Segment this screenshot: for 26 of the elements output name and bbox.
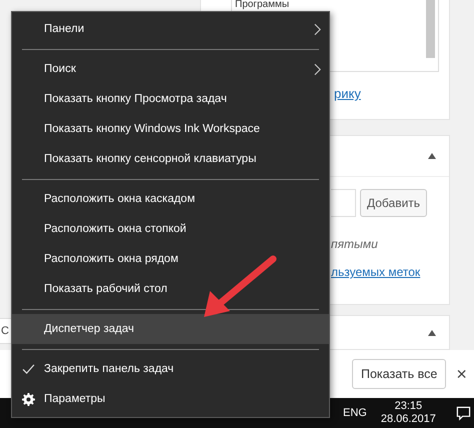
menu-item[interactable]: Показать кнопку Windows Ink Workspace — [12, 114, 329, 144]
collapse-icon[interactable] — [428, 330, 436, 336]
language-indicator[interactable]: ENG — [343, 407, 367, 419]
link[interactable]: льзуемых меток — [331, 265, 420, 279]
menu-item[interactable]: Показать кнопку Просмотра задач — [12, 84, 329, 114]
menu-item[interactable]: Показать рабочий стол — [12, 274, 329, 304]
close-button[interactable]: × — [456, 364, 467, 384]
link[interactable]: рику — [334, 86, 361, 101]
input-field[interactable] — [331, 189, 356, 217]
menu-item[interactable]: Закрепить панель задач — [12, 354, 329, 384]
list-item[interactable]: Программы — [235, 0, 438, 10]
clock-date[interactable]: 28.06.2017 — [380, 413, 436, 426]
menu-item[interactable]: Расположить окна рядом — [12, 244, 329, 274]
notification-icon[interactable] — [456, 406, 471, 420]
scrollbar[interactable] — [426, 0, 435, 58]
show-all-button[interactable]: Показать все — [352, 359, 446, 389]
menu-item[interactable]: Расположить окна каскадом — [12, 184, 329, 214]
menu-item[interactable]: Параметры — [12, 384, 329, 414]
hint-text: пятыми — [331, 237, 378, 251]
menu-item[interactable]: Показать кнопку сенсорной клавиатуры — [12, 144, 329, 174]
menu-item[interactable]: Диспетчер задач — [12, 314, 329, 344]
collapse-icon[interactable] — [428, 153, 436, 159]
clock-time[interactable]: 23:15 — [394, 400, 422, 413]
settings-icon — [22, 392, 34, 406]
add-button[interactable]: Добавить — [360, 189, 428, 217]
menu-item[interactable]: Расположить окна стопкой — [12, 214, 329, 244]
